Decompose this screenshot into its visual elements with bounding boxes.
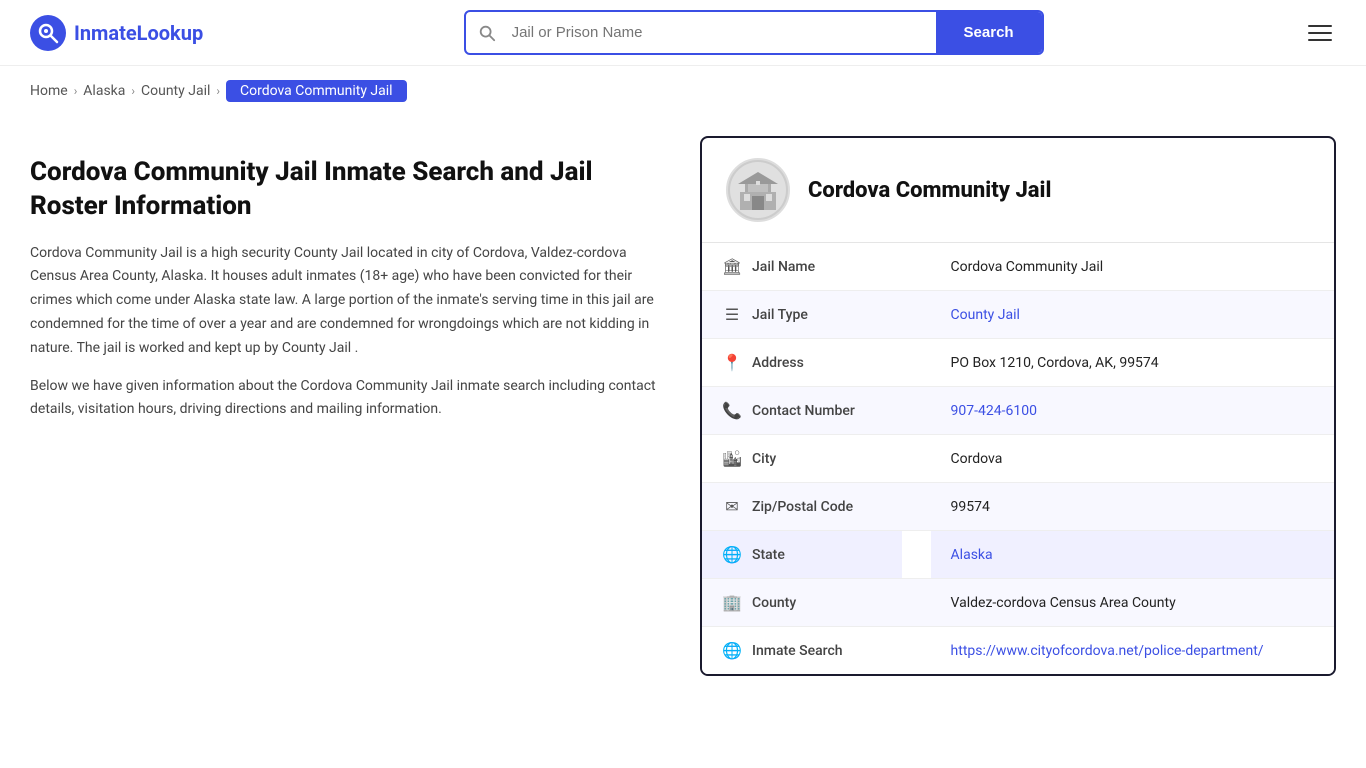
description-para2: Below we have given information about th… <box>30 375 670 423</box>
table-value-cell: County Jail <box>931 291 1334 339</box>
row-label: Zip/Postal Code <box>752 499 853 515</box>
hamburger-line <box>1308 32 1332 34</box>
info-table: 🏛 Jail Name Cordova Community Jail ☰ Jail Ty… <box>702 243 1334 674</box>
search-input[interactable] <box>508 12 936 53</box>
table-label-cell: 🌐 Inmate Search <box>702 627 902 674</box>
table-label-cell: 📍 Address <box>702 339 902 386</box>
table-value-cell: Cordova Community Jail <box>931 243 1334 291</box>
row-label: Jail Type <box>752 307 808 323</box>
row-icon: 🌐 <box>722 641 742 660</box>
row-icon: 📞 <box>722 401 742 420</box>
row-label: County <box>752 595 796 611</box>
breadcrumb-home[interactable]: Home <box>30 83 68 99</box>
breadcrumb-current: Cordova Community Jail <box>226 80 407 102</box>
row-label: Inmate Search <box>752 643 843 659</box>
jail-card-title: Cordova Community Jail <box>808 178 1051 203</box>
table-label-cell: 🏛 Jail Name <box>702 243 902 290</box>
table-value-link[interactable]: Alaska <box>951 547 993 563</box>
search-bar: Search <box>464 10 1044 55</box>
row-label: Contact Number <box>752 403 855 419</box>
row-icon: 📍 <box>722 353 742 372</box>
logo-text: InmateLookup <box>74 21 203 45</box>
row-icon: 🏙 <box>722 449 742 468</box>
jail-card-header: Cordova Community Jail <box>702 138 1334 243</box>
table-value-link[interactable]: 907-424-6100 <box>951 403 1037 419</box>
hamburger-line <box>1308 39 1332 41</box>
search-icon <box>466 24 508 42</box>
hamburger-line <box>1308 25 1332 27</box>
table-value-cell: https://www.cityofcordova.net/police-dep… <box>931 627 1334 675</box>
row-icon: 🏢 <box>722 593 742 612</box>
description-para1: Cordova Community Jail is a high securit… <box>30 242 670 361</box>
logo-icon <box>30 15 66 51</box>
breadcrumb-sep: › <box>131 84 135 98</box>
row-label: State <box>752 547 785 563</box>
search-button[interactable]: Search <box>936 12 1042 53</box>
right-column: Cordova Community Jail 🏛 Jail Name Cordova… <box>700 136 1336 676</box>
jail-card: Cordova Community Jail 🏛 Jail Name Cordova… <box>700 136 1336 676</box>
table-value-cell: PO Box 1210, Cordova, AK, 99574 <box>931 339 1334 387</box>
table-value-cell: Cordova <box>931 435 1334 483</box>
table-label-cell: 🌐 State <box>702 531 902 578</box>
table-label-cell: 🏢 County <box>702 579 902 626</box>
row-label: City <box>752 451 776 467</box>
left-column: Cordova Community Jail Inmate Search and… <box>30 136 670 676</box>
table-label-cell: 📞 Contact Number <box>702 387 902 434</box>
table-label-cell: ✉ Zip/Postal Code <box>702 483 902 530</box>
table-value-link[interactable]: County Jail <box>951 307 1020 323</box>
table-label-cell: ☰ Jail Type <box>702 291 902 338</box>
breadcrumb-sep: › <box>74 84 78 98</box>
row-label: Address <box>752 355 804 371</box>
table-label-cell: 🏙 City <box>702 435 902 482</box>
logo[interactable]: InmateLookup <box>30 15 203 51</box>
row-label: Jail Name <box>752 259 815 275</box>
row-icon: ✉ <box>722 497 742 516</box>
row-icon: 🌐 <box>722 545 742 564</box>
breadcrumb-county-jail[interactable]: County Jail <box>141 83 210 99</box>
table-value-cell: Alaska <box>931 531 1334 579</box>
table-value-link[interactable]: https://www.cityofcordova.net/police-dep… <box>951 643 1264 659</box>
row-icon: 🏛 <box>722 257 742 276</box>
page-title: Cordova Community Jail Inmate Search and… <box>30 156 670 224</box>
breadcrumb-alaska[interactable]: Alaska <box>83 83 125 99</box>
table-value-cell: Valdez-cordova Census Area County <box>931 579 1334 627</box>
table-value-cell: 99574 <box>931 483 1334 531</box>
breadcrumb: Home › Alaska › County Jail › Cordova Co… <box>0 66 1366 116</box>
table-value-cell: 907-424-6100 <box>931 387 1334 435</box>
menu-button[interactable] <box>1304 21 1336 45</box>
header: InmateLookup Search <box>0 0 1366 66</box>
breadcrumb-sep: › <box>216 84 220 98</box>
row-icon: ☰ <box>722 305 742 324</box>
jail-avatar <box>726 158 790 222</box>
main-content: Cordova Community Jail Inmate Search and… <box>0 116 1366 716</box>
